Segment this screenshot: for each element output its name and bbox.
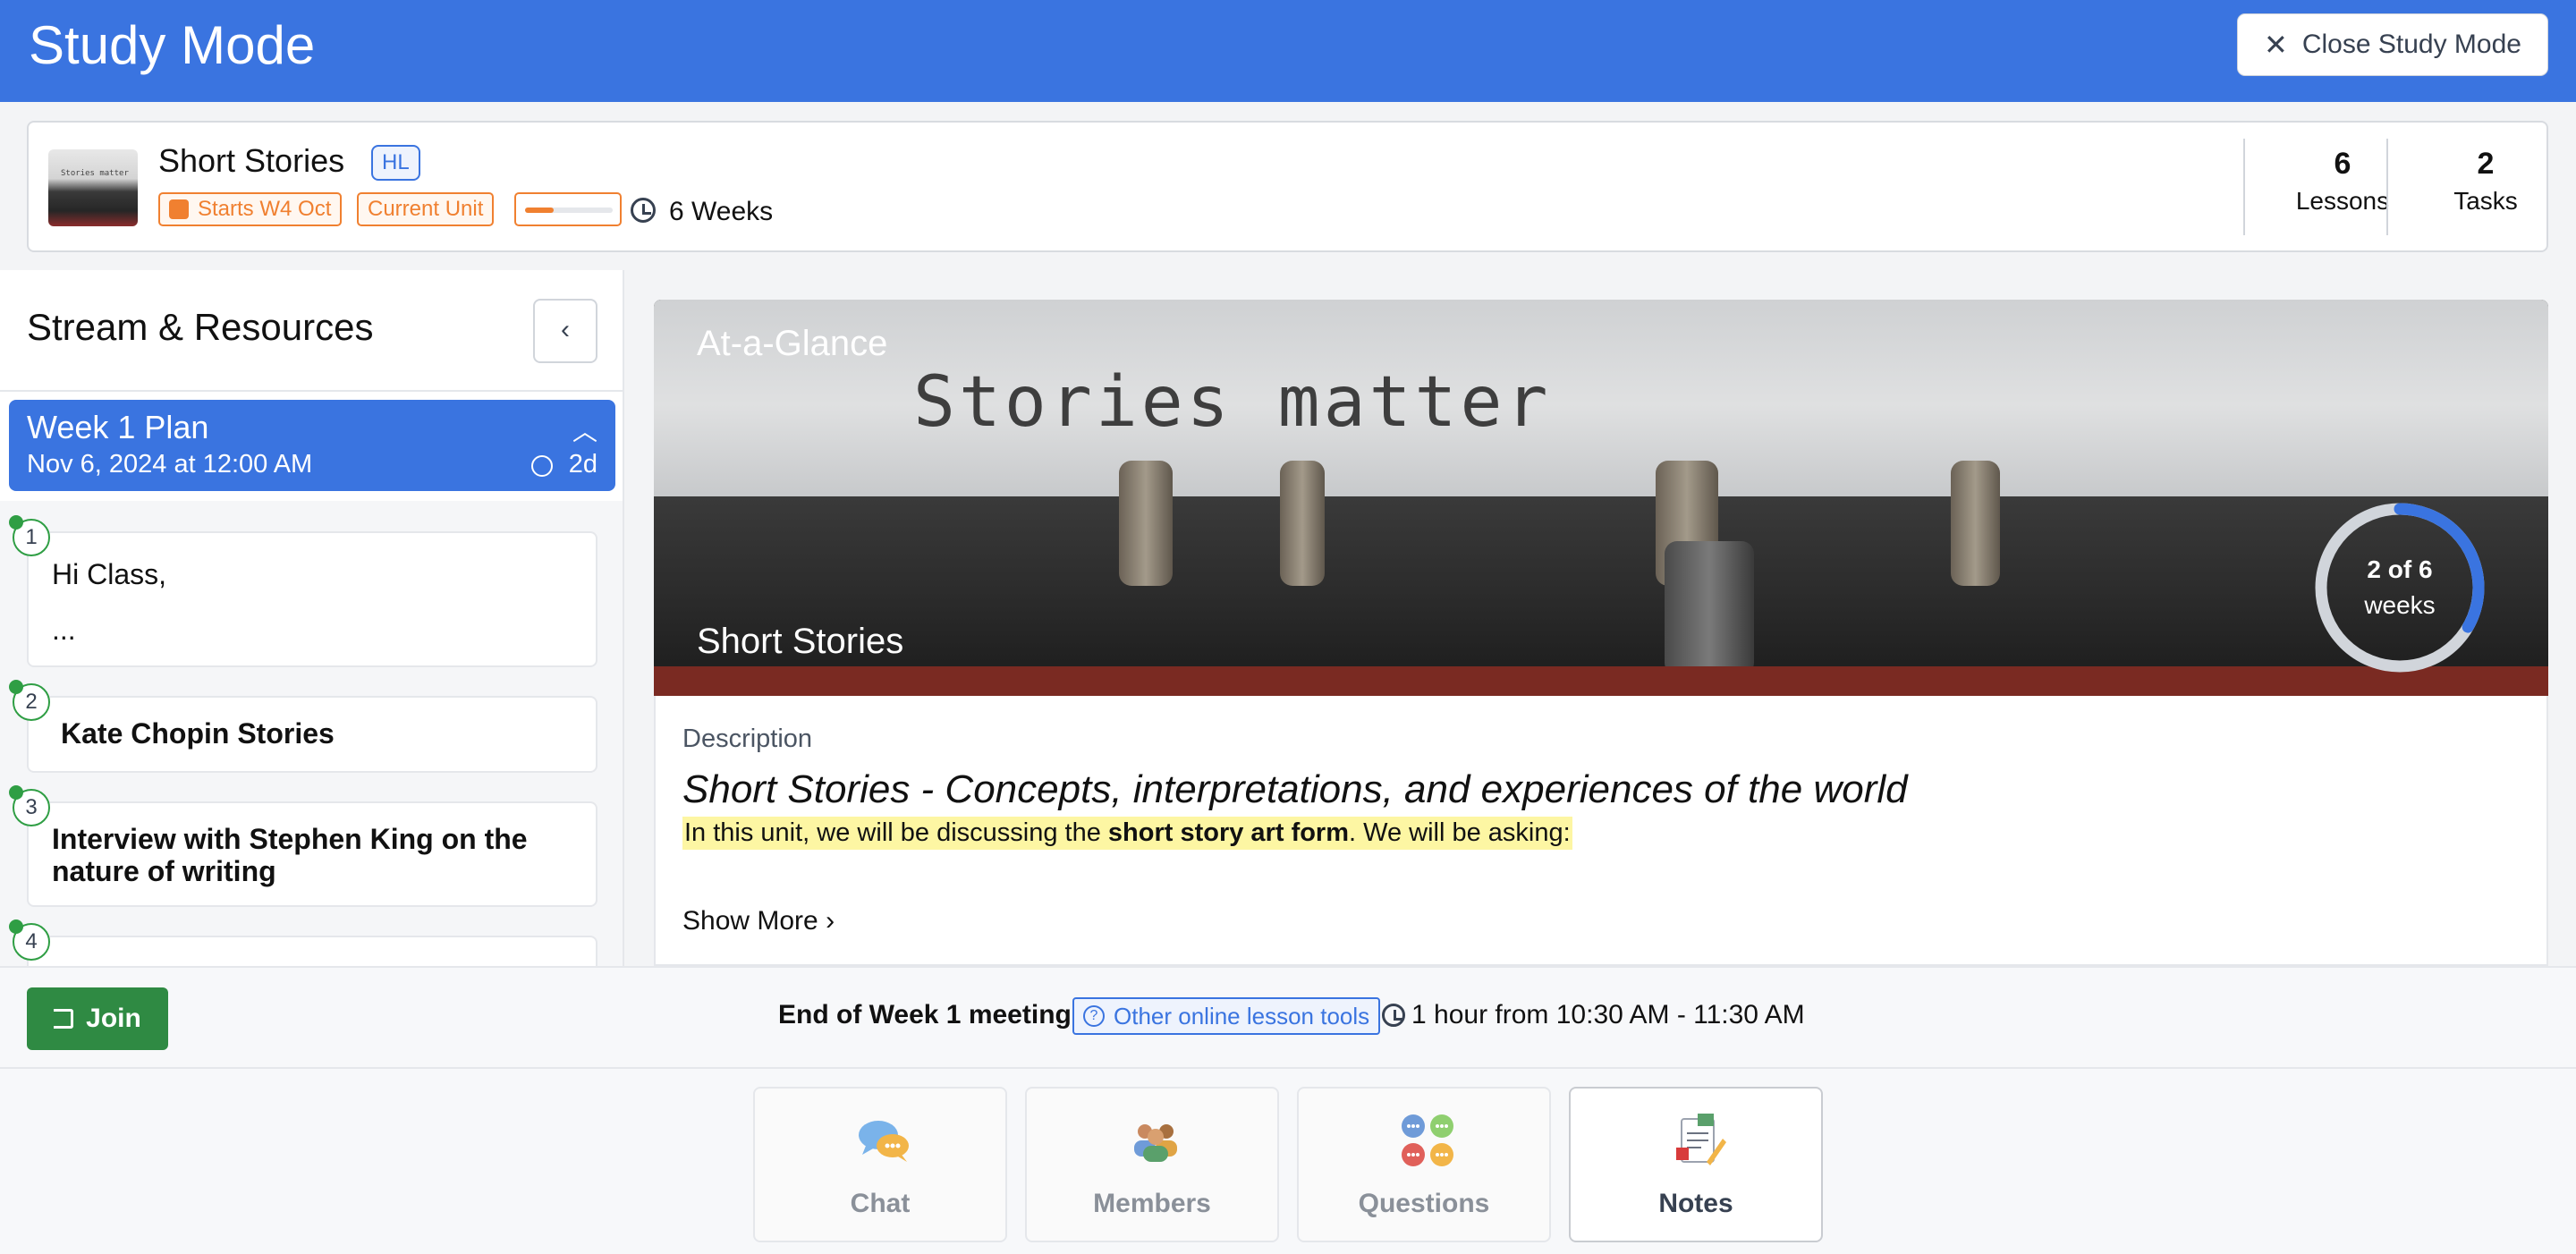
week-plan-due: 2d [568,450,597,479]
lessons-stat: 6 Lessons [2271,146,2414,221]
unit-progress-fill [525,208,555,213]
completed-check-icon [9,680,23,694]
tab-label: Notes [1658,1189,1733,1218]
meeting-bar: Join End of Week 1 meeting ? Other onlin… [0,966,2576,1069]
clock-icon [631,198,656,223]
tab-label: Members [1093,1189,1211,1218]
stream-resources-panel: Stream & Resources ‹ Week 1 Plan ︿ Nov 6… [0,270,624,966]
week-plan-title: Week 1 Plan [27,409,209,445]
description-panel: Description Short Stories - Concepts, in… [654,696,2548,966]
questions-icon [1402,1114,1453,1166]
close-study-mode-label: Close Study Mode [2301,30,2521,59]
members-icon [1134,1124,1177,1162]
unit-hero-banner: Stories matter At-a-Glance Short Stories… [654,300,2548,696]
app-title: Study Mode [29,15,316,75]
tab-label: Questions [1358,1189,1490,1218]
stats-divider [2243,139,2245,235]
weeks-progress-value: 2 of 6 [2367,555,2433,583]
tab-chat[interactable]: Chat [753,1087,1007,1242]
unit-progress-bar [514,192,622,226]
tasks-stat: 2 Tasks [2414,146,2557,221]
item-number: 1 [9,515,50,556]
chevron-left-icon: ‹ [561,315,570,344]
tab-members[interactable]: Members [1025,1087,1279,1242]
chevron-up-icon[interactable]: ︿ [572,412,597,448]
divider [0,390,623,392]
weeks-progress-unit: weeks [2364,591,2436,619]
completed-check-icon [9,919,23,934]
join-meeting-button[interactable]: Join [27,987,168,1050]
unit-header: Stories matter Short Stories HL Starts W… [27,121,2548,252]
hero-image-text: Stories matter [913,362,1552,443]
tab-questions[interactable]: Questions [1297,1087,1551,1242]
lessons-label: Lessons [2295,187,2390,215]
close-study-mode-button[interactable]: ✕ Close Study Mode [2237,13,2548,76]
tab-label: Chat [850,1189,911,1218]
show-more-link[interactable]: Show More › [682,906,835,936]
item-text-line2: nature of writing [52,855,276,887]
list-item[interactable] [27,936,597,966]
tasks-count: 2 [2477,147,2495,181]
item-text: Interview with Stephen King on the [52,823,528,855]
bottom-tabs: Chat Members Questions Notes [0,1069,2576,1254]
unit-name: Short Stories [158,142,345,179]
weeks-progress-ring: 2 of 6 weeks [2310,498,2489,677]
help-icon: ? [1083,1005,1105,1027]
level-badge: HL [371,145,420,181]
item-number: 4 [9,919,50,961]
description-label: Description [682,724,813,753]
top-bar: Study Mode ✕ Close Study Mode [0,0,2576,102]
description-heading: Short Stories - Concepts, interpretation… [682,767,1908,811]
hero-eyebrow: At-a-Glance [697,324,888,363]
hero-image-dark [654,496,2548,675]
close-icon: ✕ [2264,29,2288,61]
chevron-right-icon: › [826,906,835,936]
online-tools-link[interactable]: ? Other online lesson tools [1072,997,1381,1035]
description-body: In this unit, we will be discussing the … [682,817,1572,850]
online-tools-label: Other online lesson tools [1114,1003,1370,1029]
meeting-title: End of Week 1 meeting [778,1000,1072,1029]
unit-thumbnail: Stories matter [48,149,138,226]
completed-check-icon [9,785,23,800]
item-text: Hi Class, [52,558,167,590]
collapse-panel-button[interactable]: ‹ [533,299,597,363]
list-item[interactable]: Hi Class, ... [27,531,597,667]
item-text-more: ... [52,614,76,646]
typewriter-key [1280,461,1325,586]
clock-icon [531,455,553,477]
enter-icon [54,1009,74,1029]
week-plan-header[interactable]: Week 1 Plan ︿ Nov 6, 2024 at 12:00 AM 2d [9,400,615,491]
starts-tag: Starts W4 Oct [158,192,343,226]
completed-check-icon [9,515,23,530]
join-label: Join [86,1004,141,1033]
item-number: 3 [9,785,50,826]
lessons-count: 6 [2334,147,2351,181]
hero-title: Short Stories [697,622,904,661]
clock-icon [1382,1004,1405,1027]
chat-icon [859,1121,909,1162]
week-plan-date: Nov 6, 2024 at 12:00 AM [27,450,313,479]
meeting-time: 1 hour from 10:30 AM - 11:30 AM [1411,1000,1805,1029]
current-unit-tag: Current Unit [357,192,495,226]
list-item[interactable]: Kate Chopin Stories [27,696,597,773]
typewriter-key [1665,541,1754,675]
typewriter-key [1119,461,1173,586]
tasks-label: Tasks [2453,187,2518,215]
stats-divider [2386,139,2388,235]
notes-icon [1676,1114,1726,1165]
typewriter-key [1951,461,2000,586]
item-text: Kate Chopin Stories [61,717,335,750]
panel-title: Stream & Resources [27,306,374,348]
tab-notes[interactable]: Notes [1569,1087,1823,1242]
calendar-icon [169,199,189,219]
list-item[interactable]: Interview with Stephen King on the natur… [27,801,597,907]
hero-image-ribbon [654,666,2548,696]
starts-label: Starts W4 Oct [198,197,332,221]
item-number: 2 [9,680,50,721]
week-plan-items: Hi Class, ... 1 Kate Chopin Stories 2 In… [0,501,623,966]
unit-duration: 6 Weeks [669,197,774,226]
